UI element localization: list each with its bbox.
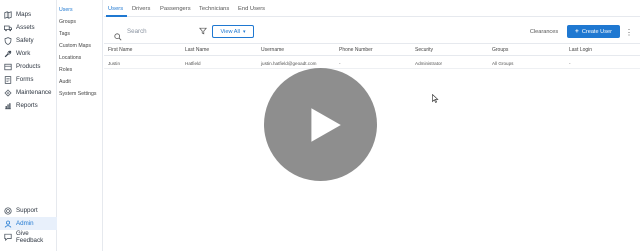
nav-item-label: Forms [16, 76, 34, 83]
more-options-icon[interactable]: ⋮ [625, 26, 633, 38]
submenu-item-roles[interactable]: Roles [59, 67, 72, 73]
submenu-item-system-settings[interactable]: System Settings [59, 91, 96, 97]
nav-item-label: Safety [16, 37, 34, 44]
nav-item-work[interactable]: Work [0, 47, 57, 60]
clearances-label: Clearances [529, 29, 559, 35]
nav-item-products[interactable]: Products [0, 60, 57, 73]
column-header-username[interactable]: Username [261, 47, 284, 53]
left-nav: Maps Assets Safety Work Products Forms M… [0, 0, 57, 251]
table-header: First Name Last Name Username Phone Numb… [104, 44, 640, 56]
submenu-item-users[interactable]: Users [59, 7, 73, 13]
submenu-item-audit[interactable]: Audit [59, 79, 71, 85]
truck-icon [4, 24, 12, 32]
nav-item-label: Assets [16, 24, 35, 31]
shield-icon [4, 36, 12, 45]
cell-first-name: Justin [108, 61, 121, 66]
create-user-button[interactable]: + Create User [567, 25, 620, 38]
chevron-down-icon: ▾ [242, 28, 246, 35]
nav-item-maintenance[interactable]: Maintenance [0, 86, 57, 99]
feedback-icon [4, 233, 12, 241]
filter-icon [199, 27, 207, 35]
nav-item-admin[interactable]: Admin [0, 217, 57, 230]
cell-last-name: Hatfield [185, 61, 201, 66]
column-header-security[interactable]: Security [415, 47, 433, 53]
column-header-last-login[interactable]: Last Login [569, 47, 592, 53]
table-row[interactable]: Justin Hatfield justin.hatfield@geoadt.c… [104, 57, 640, 69]
app-window: Maps Assets Safety Work Products Forms M… [0, 0, 640, 251]
column-header-groups[interactable]: Groups [492, 47, 508, 53]
view-all-label: View All [220, 28, 240, 35]
column-header-first-name[interactable]: First Name [108, 47, 132, 53]
form-icon [4, 75, 12, 84]
tab-technicians[interactable]: Technicians [199, 6, 229, 12]
cell-groups: All Groups [492, 61, 514, 66]
nav-item-label: Reports [16, 102, 38, 109]
cell-last-login: - [569, 61, 571, 66]
submenu-item-tags[interactable]: Tags [59, 31, 70, 37]
box-icon [4, 63, 12, 71]
tab-users[interactable]: Users [108, 6, 123, 12]
view-all-dropdown[interactable]: View All ▾ [212, 25, 254, 38]
plus-icon: + [575, 28, 579, 35]
tab-passengers[interactable]: Passengers [160, 6, 191, 12]
nav-item-reports[interactable]: Reports [0, 99, 57, 112]
nav-item-safety[interactable]: Safety [0, 34, 57, 47]
nav-item-support[interactable]: Support [0, 204, 57, 217]
nav-item-forms[interactable]: Forms [0, 73, 57, 86]
nav-item-label: Admin [16, 220, 34, 227]
submenu-item-custom-maps[interactable]: Custom Maps [59, 43, 91, 49]
nav-item-assets[interactable]: Assets [0, 21, 57, 34]
cell-phone-number: - [339, 61, 341, 66]
search-icon [114, 28, 122, 40]
column-header-last-name[interactable]: Last Name [185, 47, 209, 53]
nav-item-maps[interactable]: Maps [0, 8, 57, 21]
search-input[interactable] [127, 28, 187, 35]
nav-item-label: Maps [16, 11, 32, 18]
nav-item-label: Give Feedback [16, 229, 44, 244]
submenu-item-locations[interactable]: Locations [59, 55, 81, 61]
play-icon [310, 107, 341, 142]
create-user-label: Create User [581, 28, 612, 35]
admin-submenu: Users Groups Tags Custom Maps Locations … [57, 0, 103, 251]
user-icon [4, 220, 12, 228]
search-box[interactable] [108, 24, 194, 40]
chart-icon [4, 102, 12, 110]
tab-end-users[interactable]: End Users [238, 6, 265, 12]
filter-button[interactable] [198, 26, 208, 36]
mouse-cursor-icon [432, 94, 439, 103]
cell-security: Administrator [415, 61, 443, 66]
nav-item-label: Products [16, 63, 41, 70]
tab-bar: Users Drivers Passengers Technicians End… [104, 0, 640, 17]
video-play-button[interactable] [264, 68, 377, 181]
nav-item-label: Work [16, 50, 31, 57]
active-tab-indicator [106, 15, 127, 17]
cell-username: justin.hatfield@geoadt.com [261, 61, 317, 66]
help-icon [4, 206, 12, 215]
map-icon [4, 10, 12, 19]
nav-item-label: Support [16, 207, 38, 214]
gear-icon [4, 89, 12, 97]
submenu-item-groups[interactable]: Groups [59, 19, 76, 25]
nav-item-label: Maintenance [16, 89, 52, 96]
tab-drivers[interactable]: Drivers [132, 6, 150, 12]
clearances-button[interactable]: Clearances [524, 26, 564, 38]
column-header-phone-number[interactable]: Phone Number [339, 47, 373, 53]
nav-item-give-feedback[interactable]: Give Feedback [0, 229, 57, 244]
wrench-icon [4, 50, 12, 58]
